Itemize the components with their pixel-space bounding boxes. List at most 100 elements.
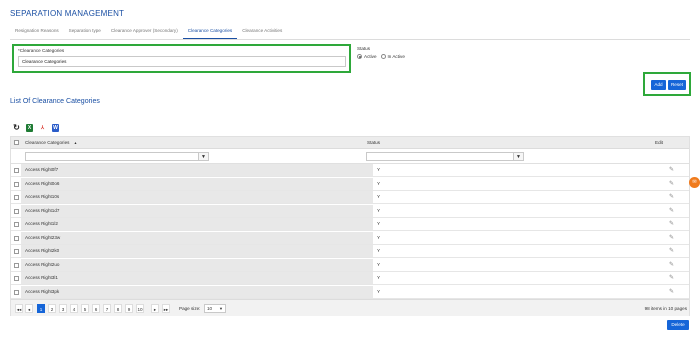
page-number-button[interactable]: 5 — [81, 304, 89, 313]
page-size-select[interactable]: 10 ▼ — [204, 304, 226, 313]
status-label: Status — [357, 46, 371, 51]
tab-clearance-categories[interactable]: Clearance Categories — [182, 26, 238, 39]
prev-page-button[interactable]: ◂ — [25, 304, 33, 313]
clearance-category-label: *Clearance Categories — [18, 48, 65, 53]
delete-button[interactable]: Delete — [667, 320, 689, 330]
status-filter-input[interactable] — [366, 152, 516, 161]
table-row[interactable]: Access Right1l2 Y ✎ — [11, 218, 689, 231]
row-status: Y — [377, 207, 381, 213]
status-radio-group: Active In Active — [357, 54, 405, 59]
edit-icon[interactable]: ✎ — [669, 261, 674, 269]
page-size-label: Page size: — [179, 306, 201, 311]
refresh-icon[interactable]: ↻ — [13, 124, 20, 132]
page-size-value: 10 — [207, 306, 213, 311]
row-checkbox[interactable] — [14, 222, 19, 227]
sort-asc-icon: ▲ — [73, 141, 78, 145]
page-number-button[interactable]: 10 — [136, 304, 144, 313]
chevron-down-icon: ▼ — [219, 306, 223, 311]
page-number-button[interactable]: 4 — [70, 304, 78, 313]
tab-bar: Resignation Reasons Separation type Clea… — [10, 26, 690, 40]
row-category-name: Access Right1d7 — [21, 204, 373, 217]
column-header-status[interactable]: Status — [367, 140, 380, 145]
add-button[interactable]: Add — [651, 80, 666, 90]
row-category-name: Access Right2uo — [21, 258, 373, 271]
row-checkbox[interactable] — [14, 195, 19, 200]
status-active-label: Active — [364, 54, 377, 59]
row-category-name: Access Right1l2 — [21, 218, 373, 230]
filter-icon[interactable]: ▼ — [513, 152, 524, 161]
table-row[interactable]: Access Right0f7 Y ✎ — [11, 164, 689, 177]
page-number-button[interactable]: 8 — [114, 304, 122, 313]
pdf-icon[interactable]: ⅄ — [39, 124, 46, 132]
row-status: Y — [377, 194, 381, 199]
edit-icon[interactable]: ✎ — [669, 220, 674, 228]
row-status: Y — [377, 275, 381, 280]
first-page-button[interactable]: ◂◂ — [15, 304, 23, 313]
table-row[interactable]: Access Right3pk Y ✎ — [11, 285, 689, 299]
tab-resignation-reasons[interactable]: Resignation Reasons — [10, 26, 64, 39]
categories-grid: Clearance Categories ▲ Status Edit ▼ ▼ A… — [10, 136, 690, 316]
table-row[interactable]: Access Right1d7 Y ✎ — [11, 204, 689, 218]
tab-separation-type[interactable]: Separation type — [64, 26, 106, 39]
row-checkbox[interactable] — [14, 208, 19, 214]
column-header-name[interactable]: Clearance Categories ▲ — [25, 140, 77, 145]
row-status: Y — [377, 288, 381, 294]
reset-button[interactable]: Reset — [668, 80, 686, 90]
edit-icon[interactable]: ✎ — [669, 207, 674, 215]
tab-clearance-approver[interactable]: Clearance Approver (Secondary) — [106, 26, 183, 39]
row-checkbox[interactable] — [14, 289, 19, 295]
filter-row: ▼ ▼ — [11, 149, 689, 164]
row-status: Y — [377, 234, 381, 240]
row-checkbox[interactable] — [14, 276, 19, 281]
edit-icon[interactable]: ✎ — [669, 193, 674, 201]
table-row[interactable]: Access Right3l1 Y ✎ — [11, 272, 689, 285]
edit-icon[interactable]: ✎ — [669, 234, 674, 242]
row-category-name: Access Right0f7 — [21, 164, 373, 176]
row-status: Y — [377, 261, 381, 267]
row-category-name: Access Right23w — [21, 231, 373, 244]
tab-clearance-activities[interactable]: Clearance Activities — [237, 26, 287, 39]
excel-icon[interactable]: X — [26, 124, 33, 132]
row-category-name: Access Right2k0 — [21, 245, 373, 257]
row-checkbox[interactable] — [14, 262, 19, 268]
edit-icon[interactable]: ✎ — [669, 274, 674, 282]
word-icon[interactable]: W — [52, 124, 59, 132]
row-category-name: Access Right0o6 — [21, 177, 373, 190]
pager: ◂◂ ◂ 1 2 3 4 5 6 7 8 9 10 ▸ ▸▸ Page size: 10 ▼ 98… — [11, 299, 689, 316]
edit-icon[interactable]: ✎ — [669, 247, 674, 255]
page-number-button[interactable]: 2 — [48, 304, 56, 313]
status-inactive-radio[interactable] — [380, 54, 386, 59]
filter-icon[interactable]: ▼ — [198, 152, 209, 161]
name-filter-input[interactable] — [25, 152, 207, 161]
row-category-name: Access Right10s — [21, 191, 373, 203]
edit-icon[interactable]: ✎ — [669, 166, 674, 174]
feedback-icon[interactable]: ✉ — [689, 177, 700, 188]
row-status: Y — [377, 180, 381, 186]
clearance-category-input[interactable] — [18, 56, 346, 67]
table-row[interactable]: Access Right10s Y ✎ — [11, 191, 689, 204]
table-row[interactable]: Access Right2uo Y ✎ — [11, 258, 689, 272]
page-number-button[interactable]: 6 — [92, 304, 100, 313]
page-number-button[interactable]: 9 — [125, 304, 133, 313]
row-checkbox[interactable] — [14, 181, 19, 187]
next-page-button[interactable]: ▸ — [151, 304, 159, 313]
page-number-button[interactable]: 1 — [37, 304, 45, 313]
row-checkbox[interactable] — [14, 235, 19, 241]
last-page-button[interactable]: ▸▸ — [162, 304, 170, 313]
list-title: List Of Clearance Categories — [10, 98, 100, 105]
row-status: Y — [377, 221, 381, 226]
row-checkbox[interactable] — [14, 168, 19, 173]
row-checkbox[interactable] — [14, 249, 19, 254]
table-row[interactable]: Access Right2k0 Y ✎ — [11, 245, 689, 258]
row-category-name: Access Right3l1 — [21, 272, 373, 284]
page-number-button[interactable]: 3 — [59, 304, 67, 313]
row-status: Y — [377, 167, 381, 172]
table-row[interactable]: Access Right0o6 Y ✎ — [11, 177, 689, 191]
status-active-radio[interactable] — [357, 54, 362, 59]
table-row[interactable]: Access Right23w Y ✎ — [11, 231, 689, 245]
select-all-checkbox[interactable] — [14, 140, 19, 145]
edit-icon[interactable]: ✎ — [669, 288, 674, 296]
column-header-edit: Edit — [655, 140, 663, 145]
edit-icon[interactable]: ✎ — [669, 180, 674, 188]
page-number-button[interactable]: 7 — [103, 304, 111, 313]
